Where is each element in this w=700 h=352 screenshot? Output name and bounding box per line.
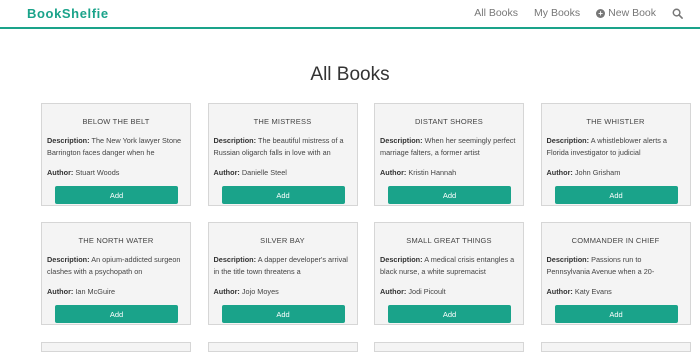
book-card: COMMANDER IN CHIEF Description: Passions … <box>540 222 691 325</box>
book-author: Author: Ian McGuire <box>47 287 115 296</box>
book-card <box>41 342 191 352</box>
author-label: Author: <box>380 168 407 177</box>
add-button[interactable]: Add <box>221 305 345 323</box>
book-title: COMMANDER IN CHIEF <box>571 236 660 245</box>
author-name: Jodi Picoult <box>408 287 446 296</box>
author-label: Author: <box>380 287 407 296</box>
book-description: Description: A dapper developer's arriva… <box>214 254 354 279</box>
book-author: Author: Jojo Moyes <box>214 287 279 296</box>
author-name: Jojo Moyes <box>241 287 279 296</box>
book-title: THE NORTH WATER <box>78 236 154 245</box>
author-name: Stuart Woods <box>75 168 120 177</box>
book-title: SILVER BAY <box>260 236 305 245</box>
author-name: Danielle Steel <box>241 168 287 177</box>
author-label: Author: <box>47 168 74 177</box>
book-card: THE WHISTLER Description: A whistleblower… <box>540 103 691 206</box>
book-author: Author: Kristin Hannah <box>380 168 456 177</box>
description-label: Description: <box>546 136 590 145</box>
add-button[interactable]: Add <box>554 186 678 204</box>
author-name: John Grisham <box>574 168 621 177</box>
book-title: BELOW THE BELT <box>82 117 150 126</box>
add-button[interactable]: Add <box>554 305 678 323</box>
book-description: Description: Passions run to Pennsylvani… <box>547 254 687 279</box>
book-card: THE NORTH WATER Description: An opium-add… <box>41 222 191 325</box>
book-grid-next-row <box>41 342 691 352</box>
book-description: Description: A medical crisis entangles … <box>380 254 520 279</box>
book-description: Description: The New York lawyer Stone B… <box>47 135 187 160</box>
description-label: Description: <box>47 136 90 145</box>
book-author: Author: Danielle Steel <box>214 168 287 177</box>
brand-logo[interactable]: BookShelfie <box>27 6 109 21</box>
book-title: THE MISTRESS <box>253 117 312 126</box>
book-description: Description: When her seemingly perfect … <box>380 135 520 160</box>
author-label: Author: <box>47 287 74 296</box>
book-card <box>540 342 691 352</box>
page-title: All Books <box>310 64 390 85</box>
book-card: SMALL GREAT THINGS Description: A medical… <box>374 222 524 325</box>
author-name: Katy Evans <box>574 287 612 296</box>
book-author: Author: Katy Evans <box>547 287 612 296</box>
author-name: Ian McGuire <box>75 287 116 296</box>
book-author: Author: John Grisham <box>547 168 621 177</box>
plus-circle-icon: + <box>596 8 606 18</box>
nav-links: All Books My Books + New Book <box>458 7 683 19</box>
book-card: DISTANT SHORES Description: When her seem… <box>374 103 524 206</box>
author-label: Author: <box>213 168 240 177</box>
author-name: Kristin Hannah <box>408 168 457 177</box>
book-card: THE MISTRESS Description: The beautiful m… <box>207 103 358 206</box>
book-title: SMALL GREAT THINGS <box>406 236 492 245</box>
search-icon[interactable] <box>672 8 683 19</box>
book-title: THE WHISTLER <box>586 117 645 126</box>
book-card: SILVER BAY Description: A dapper develope… <box>207 222 358 325</box>
add-button[interactable]: Add <box>221 186 345 204</box>
navbar: BookShelfie All Books My Books + New Boo… <box>0 0 700 29</box>
nav-new-book[interactable]: + New Book <box>596 7 656 19</box>
add-button[interactable]: Add <box>55 305 178 323</box>
book-title: DISTANT SHORES <box>415 117 483 126</box>
book-description: Description: A whistleblower alerts a Fl… <box>547 135 687 160</box>
description-label: Description: <box>47 255 90 264</box>
book-grid: BELOW THE BELT Description: The New York … <box>41 103 691 325</box>
add-button[interactable]: Add <box>388 186 511 204</box>
nav-all-books[interactable]: All Books <box>474 7 518 19</box>
nav-new-book-label: New Book <box>608 7 656 19</box>
book-author: Author: Jodi Picoult <box>380 287 446 296</box>
book-card <box>207 342 358 352</box>
book-description: Description: The beautiful mistress of a… <box>214 135 354 160</box>
description-label: Description: <box>213 136 257 145</box>
description-label: Description: <box>380 136 423 145</box>
description-label: Description: <box>546 255 590 264</box>
description-label: Description: <box>213 255 257 264</box>
book-card: BELOW THE BELT Description: The New York … <box>41 103 191 206</box>
author-label: Author: <box>546 168 573 177</box>
book-author: Author: Stuart Woods <box>47 168 119 177</box>
nav-my-books[interactable]: My Books <box>534 7 580 19</box>
author-label: Author: <box>546 287 573 296</box>
author-label: Author: <box>213 287 240 296</box>
book-description: Description: An opium-addicted surgeon c… <box>47 254 187 279</box>
add-button[interactable]: Add <box>55 186 178 204</box>
book-card <box>374 342 524 352</box>
add-button[interactable]: Add <box>388 305 511 323</box>
description-label: Description: <box>380 255 423 264</box>
